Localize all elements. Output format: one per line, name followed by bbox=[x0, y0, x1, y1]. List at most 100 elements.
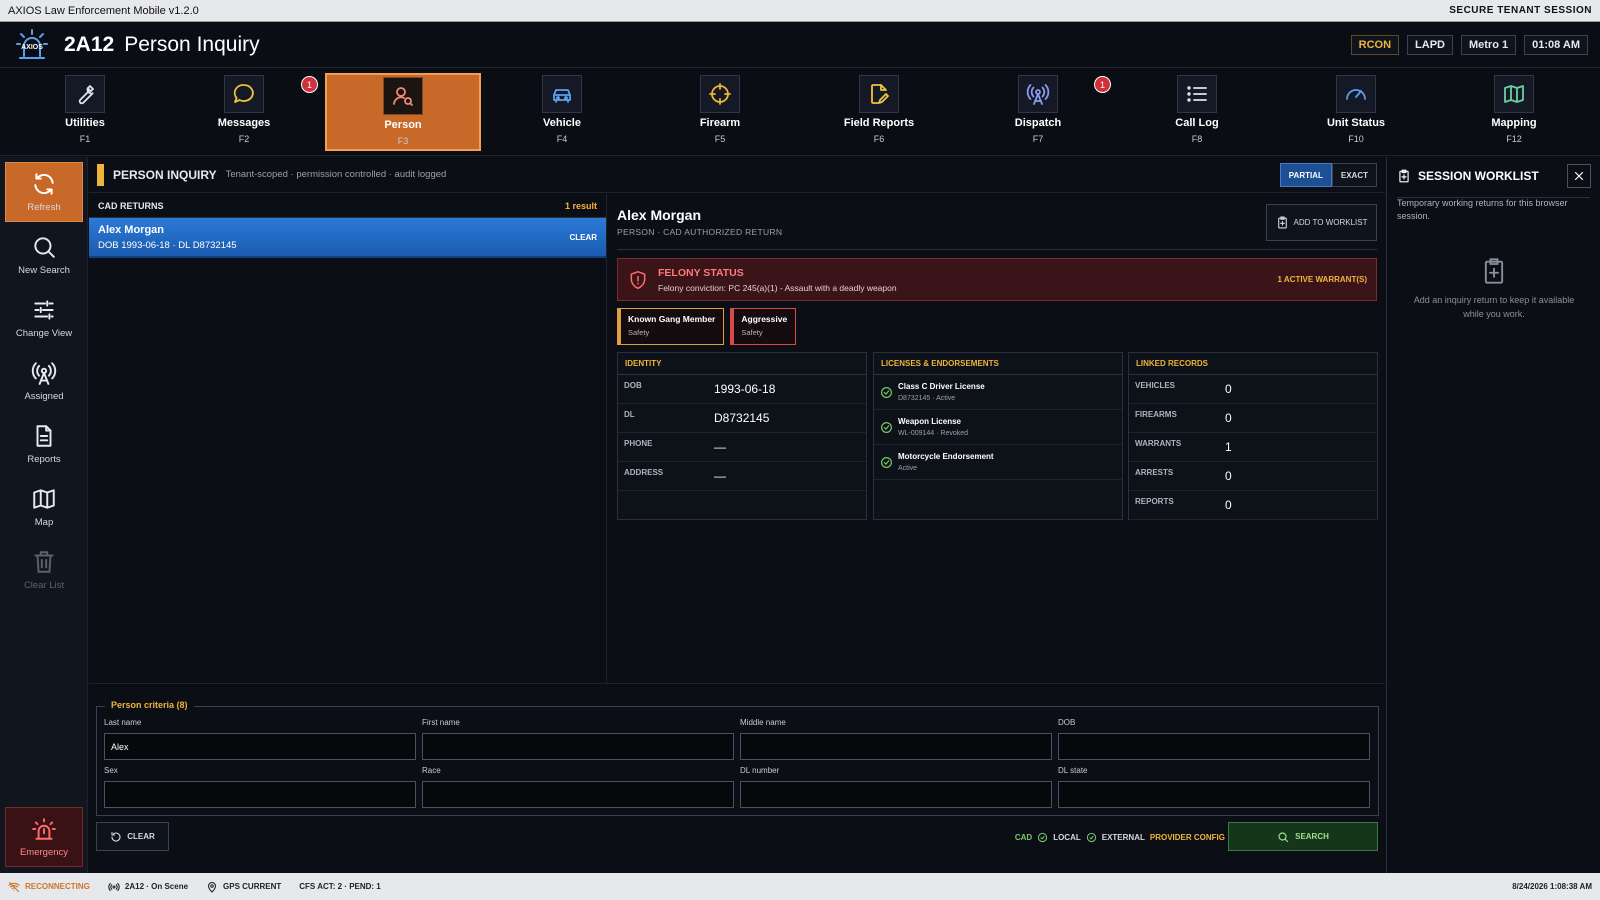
unit-status-text: 2A12 · On Scene bbox=[124, 882, 189, 891]
license-name: Weapon License bbox=[898, 417, 961, 426]
worklist-empty-text: Add an inquiry return to keep it availab… bbox=[1413, 295, 1575, 319]
reports-button[interactable]: Reports bbox=[5, 414, 83, 474]
toolbar-messages[interactable]: Messages F2 bbox=[166, 73, 322, 151]
gps-status: GPS CURRENT bbox=[206, 881, 281, 893]
last-name-input[interactable]: Alex bbox=[104, 733, 416, 760]
dob-input[interactable] bbox=[1058, 733, 1370, 760]
provider-external[interactable]: EXTERNAL bbox=[1102, 833, 1145, 842]
first-name-input[interactable] bbox=[422, 733, 734, 760]
toolbar-field-reports[interactable]: Field Reports F6 bbox=[801, 73, 957, 151]
search-icon bbox=[34, 237, 55, 258]
toolbar-dispatch[interactable]: Dispatch F7 bbox=[960, 73, 1116, 151]
field-value: 0 bbox=[1225, 498, 1232, 512]
trash-icon bbox=[34, 551, 54, 573]
linked-records-card: LINKED RECORDS VEHICLES 0 FIREARMS 0 WARRA… bbox=[1128, 352, 1378, 520]
toolbar-unit-status[interactable]: Unit Status F10 bbox=[1278, 73, 1434, 151]
gps-status-text: GPS CURRENT bbox=[223, 882, 282, 891]
toolbar-label: Messages bbox=[217, 117, 271, 129]
accent-bar bbox=[97, 163, 104, 186]
return-row[interactable]: Alex Morgan DOB 1993-06-18 · DL D8732145… bbox=[89, 218, 606, 258]
status-clock: 8/24/2026 1:08:38 AM bbox=[1512, 882, 1592, 891]
toolbar-label: Utilities bbox=[65, 117, 105, 129]
refresh-icon bbox=[34, 173, 54, 195]
field-value: — bbox=[714, 469, 726, 483]
function-key: F3 bbox=[397, 136, 409, 146]
toolbar-label: Mapping bbox=[1491, 117, 1537, 129]
function-toolbar: Utilities F1 Messages F2 1 Person F3 Veh… bbox=[0, 68, 1600, 156]
session-label: SECURE TENANT SESSION bbox=[1449, 5, 1592, 16]
provider-list: CAD LOCAL EXTERNAL PROVIDER CONFIG bbox=[1015, 832, 1225, 843]
middle-name-input[interactable] bbox=[740, 733, 1052, 760]
add-to-worklist-button[interactable]: ADD TO WORKLIST bbox=[1266, 204, 1377, 241]
function-key: F4 bbox=[556, 134, 568, 144]
dob-field: DOB bbox=[1058, 718, 1370, 760]
license-name: Class C Driver License bbox=[898, 382, 985, 391]
dl-state-field: DL state bbox=[1058, 766, 1370, 808]
person-criteria-panel: Person criteria (8) Last name Alex First… bbox=[89, 683, 1385, 873]
crosshair-icon bbox=[709, 83, 731, 105]
license-row: Class C Driver License D8732145 · Active bbox=[874, 375, 1122, 410]
provider-config-link[interactable]: PROVIDER CONFIG bbox=[1150, 833, 1225, 842]
clipboard-plus-icon bbox=[1277, 216, 1287, 229]
function-key: F12 bbox=[1506, 134, 1522, 144]
identity-row: PHONE — bbox=[618, 433, 866, 462]
return-detail: DOB 1993-06-18 · DL D8732145 bbox=[98, 240, 237, 251]
list-icon bbox=[1187, 86, 1207, 102]
criteria-fieldset: Person criteria (8) Last name Alex First… bbox=[96, 700, 1379, 816]
close-worklist-button[interactable] bbox=[1567, 164, 1591, 188]
field-label: Sex bbox=[104, 766, 118, 775]
dl-state-input[interactable] bbox=[1058, 781, 1370, 808]
map-icon bbox=[1504, 85, 1524, 103]
panel-header: PERSON INQUIRY Tenant-scoped · permissio… bbox=[89, 157, 1385, 193]
field-value: 1 bbox=[1225, 440, 1232, 454]
field-label: PHONE bbox=[624, 439, 653, 448]
provider-cad[interactable]: CAD bbox=[1015, 833, 1032, 842]
map-icon bbox=[33, 489, 55, 509]
new-search-button[interactable]: New Search bbox=[5, 225, 83, 285]
message-icon bbox=[233, 84, 254, 103]
field-label: DOB bbox=[1058, 718, 1076, 727]
dl-number-input[interactable] bbox=[740, 781, 1052, 808]
tag-name: Aggressive bbox=[741, 314, 788, 324]
race-input[interactable] bbox=[422, 781, 734, 808]
match-mode-toggle: PARTIAL EXACT bbox=[1279, 163, 1377, 187]
unit-status: 2A12 · On Scene bbox=[108, 881, 188, 893]
car-icon bbox=[553, 89, 571, 103]
assigned-button[interactable]: Assigned bbox=[5, 351, 83, 411]
provider-local[interactable]: LOCAL bbox=[1053, 833, 1081, 842]
search-button[interactable]: SEARCH bbox=[1228, 822, 1378, 851]
toolbar-mapping[interactable]: Mapping F12 bbox=[1436, 73, 1592, 151]
toolbar-person[interactable]: Person F3 bbox=[325, 73, 481, 151]
field-value: D8732145 bbox=[714, 411, 770, 425]
dispatch-notification-badge: 1 bbox=[1094, 76, 1111, 93]
map-button[interactable]: Map bbox=[5, 477, 83, 537]
toolbar-utilities[interactable]: Utilities F1 bbox=[7, 73, 163, 151]
linked-row: FIREARMS 0 bbox=[1129, 404, 1377, 433]
clear-list-button[interactable]: Clear List bbox=[5, 540, 83, 600]
change-view-button[interactable]: Change View bbox=[5, 288, 83, 348]
toolbar-firearm[interactable]: Firearm F5 bbox=[642, 73, 798, 151]
first-name-field: First name bbox=[422, 718, 734, 760]
sex-field: Sex bbox=[104, 766, 416, 808]
clear-return-button[interactable]: CLEAR bbox=[569, 233, 597, 242]
partial-mode-button[interactable]: PARTIAL bbox=[1279, 163, 1332, 187]
connection-status: RECONNECTING bbox=[8, 881, 90, 893]
cfs-status-text: CFS ACT: 2 · PEND: 1 bbox=[299, 882, 381, 891]
clear-criteria-button[interactable]: CLEAR bbox=[96, 822, 169, 851]
license-status: D8732145 · Active bbox=[898, 395, 956, 402]
field-label: Race bbox=[422, 766, 441, 775]
emergency-button[interactable]: Emergency bbox=[5, 807, 83, 867]
exact-mode-button[interactable]: EXACT bbox=[1331, 163, 1377, 187]
card-title: LINKED RECORDS bbox=[1129, 353, 1377, 375]
field-value: 0 bbox=[1225, 411, 1232, 425]
toolbar-call-log[interactable]: Call Log F8 bbox=[1119, 73, 1275, 151]
felony-alert: FELONY STATUS Felony conviction: PC 245(… bbox=[617, 258, 1377, 301]
refresh-button[interactable]: Refresh bbox=[5, 162, 83, 222]
license-name: Motorcycle Endorsement bbox=[898, 452, 994, 461]
radio-icon bbox=[108, 882, 120, 891]
location-pin-icon bbox=[207, 881, 217, 893]
toolbar-vehicle[interactable]: Vehicle F4 bbox=[484, 73, 640, 151]
field-label: VEHICLES bbox=[1135, 381, 1176, 390]
function-key: F8 bbox=[1191, 134, 1203, 144]
sex-input[interactable] bbox=[104, 781, 416, 808]
